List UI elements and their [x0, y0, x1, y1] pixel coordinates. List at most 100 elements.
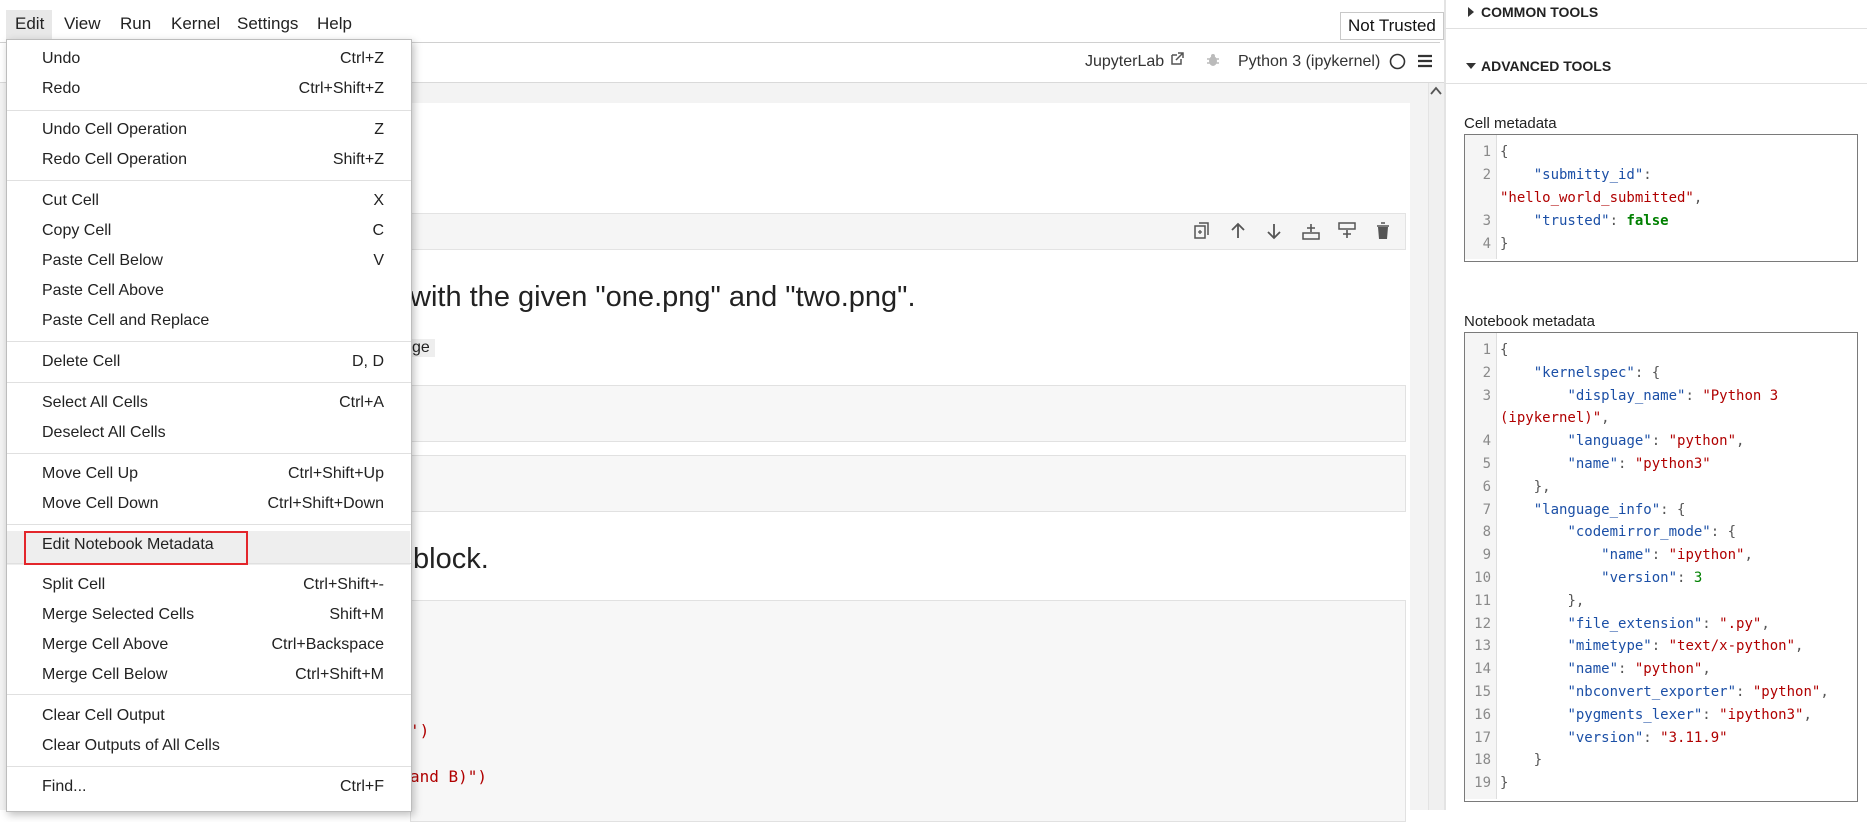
menu-item-label: Merge Cell Above [42, 636, 169, 653]
section-divider [1444, 83, 1867, 84]
line-number: 6 [1482, 478, 1491, 495]
line-number: 17 [1474, 729, 1491, 746]
menu-item-label: Paste Cell Above [42, 282, 164, 299]
code-token: : { [1660, 501, 1686, 518]
json-string: "ipython3" [1719, 706, 1804, 723]
menu-item-shortcut: Ctrl+A [339, 394, 384, 411]
code-token: }, [1567, 592, 1585, 609]
line-number: 4 [1482, 433, 1491, 450]
json-string: "Python 3 [1702, 387, 1779, 404]
menu-item-shortcut: Shift+Z [332, 151, 384, 168]
expanded-caret-icon[interactable] [1466, 63, 1476, 69]
section-divider [1444, 28, 1867, 29]
code-line: "language": "python", [1500, 433, 1744, 449]
menu-settings[interactable]: Settings [237, 14, 298, 34]
code-line: }, [1500, 593, 1584, 609]
kernel-name[interactable]: Python 3 (ipykernel) [1238, 53, 1380, 71]
menu-item-shortcut: Ctrl+F [340, 778, 384, 795]
json-key: "name" [1567, 456, 1619, 472]
menu-item-label: Move Cell Up [42, 465, 139, 482]
jupyterlab-link[interactable]: JupyterLab [1085, 53, 1164, 71]
scroll-up-icon[interactable] [1430, 86, 1442, 96]
code-token: : [1702, 615, 1720, 632]
json-key: "nbconvert_exporter" [1567, 684, 1737, 700]
code-line: "trusted": false [1500, 213, 1669, 229]
json-key: "language_info" [1533, 501, 1661, 518]
code-token: { [1500, 144, 1509, 160]
json-key: "language" [1567, 433, 1652, 450]
code-line: "pygments_lexer": "ipython3", [1500, 706, 1811, 723]
code-token: }, [1533, 478, 1551, 495]
move-down-icon[interactable] [1266, 222, 1282, 240]
line-number: 13 [1474, 638, 1491, 655]
menu-hamburger-icon[interactable] [1417, 54, 1433, 68]
code-token: : [1685, 387, 1703, 404]
menu-separator [7, 524, 411, 525]
menu-item-shortcut: Z [374, 121, 384, 138]
code-token: : [1736, 684, 1753, 700]
json-key: "version" [1601, 570, 1678, 586]
code-token: } [1533, 752, 1543, 769]
menu-item-shortcut: X [373, 192, 384, 209]
menu-separator [7, 453, 411, 454]
menu-item-label: Paste Cell Below [42, 252, 163, 269]
code-line: "version": 3 [1500, 570, 1702, 586]
json-string: "ipython" [1668, 547, 1745, 564]
notebook-scrollbar[interactable] [1428, 83, 1445, 810]
code-line: "file_extension": ".py", [1500, 615, 1769, 632]
menu-item-shortcut: V [373, 252, 384, 269]
menu-item-shortcut: Shift+M [329, 606, 384, 623]
menu-item-label: Delete Cell [42, 353, 121, 370]
insert-above-icon[interactable] [1302, 222, 1320, 240]
not-trusted-button[interactable]: Not Trusted [1340, 12, 1444, 40]
json-string: "python" [1634, 661, 1703, 678]
line-number: 4 [1482, 236, 1491, 252]
code-line: { [1500, 342, 1508, 358]
common-tools-header[interactable]: COMMON TOOLS [1481, 4, 1598, 20]
menu-item-shortcut: Ctrl+Z [340, 50, 384, 67]
menu-item-shortcut: Ctrl+Shift+Down [267, 495, 385, 512]
code-line: "kernelspec": { [1500, 365, 1660, 381]
menu-item-shortcut: Ctrl+Backspace [271, 636, 385, 653]
code-token: , [1601, 410, 1610, 427]
insert-below-icon[interactable] [1338, 222, 1356, 240]
move-up-icon[interactable] [1230, 222, 1246, 240]
menu-kernel[interactable]: Kernel [171, 14, 220, 34]
bug-icon[interactable] [1205, 52, 1221, 68]
json-string: ".py" [1719, 615, 1762, 632]
code-line: } [1500, 752, 1542, 768]
code-cell-1[interactable] [410, 385, 1406, 442]
advanced-tools-header[interactable]: ADVANCED TOOLS [1481, 58, 1611, 74]
menu-item-label: Redo [42, 80, 81, 97]
json-string: "text/x-python" [1668, 638, 1796, 655]
code-token: : [1651, 547, 1669, 564]
line-number: 1 [1482, 342, 1491, 358]
delete-cell-icon[interactable] [1376, 222, 1390, 240]
menu-item-shortcut: D, D [352, 353, 384, 370]
code-line: "language_info": { [1500, 501, 1686, 518]
json-string: "python" [1752, 684, 1821, 700]
menu-run[interactable]: Run [120, 14, 151, 34]
line-number: 5 [1482, 456, 1491, 472]
menu-edit[interactable]: Edit [15, 14, 44, 34]
json-key: "trusted" [1533, 213, 1610, 229]
code-token: : [1609, 213, 1627, 229]
line-number: 1 [1482, 144, 1491, 160]
menu-view[interactable]: View [64, 14, 101, 34]
code-token: , [1744, 547, 1753, 564]
collapsed-caret-icon[interactable] [1468, 7, 1474, 17]
code-line: "mimetype": "text/x-python", [1500, 638, 1803, 654]
json-key: "version" [1567, 729, 1644, 746]
code-cell-3[interactable] [410, 600, 1406, 822]
code-token: : [1618, 456, 1635, 472]
json-key: "submitty_id" [1533, 167, 1644, 183]
duplicate-cell-icon[interactable] [1194, 222, 1210, 240]
menu-item-label: Move Cell Down [42, 495, 159, 512]
code-line: "name": "ipython", [1500, 547, 1753, 563]
cell-toolbar-strip [410, 213, 1406, 250]
code-fragment-1: ') [410, 721, 430, 740]
menu-help[interactable]: Help [317, 14, 352, 34]
external-link-icon[interactable] [1169, 51, 1185, 67]
code-line: "name": "python", [1500, 661, 1710, 678]
code-cell-2[interactable] [410, 455, 1406, 512]
